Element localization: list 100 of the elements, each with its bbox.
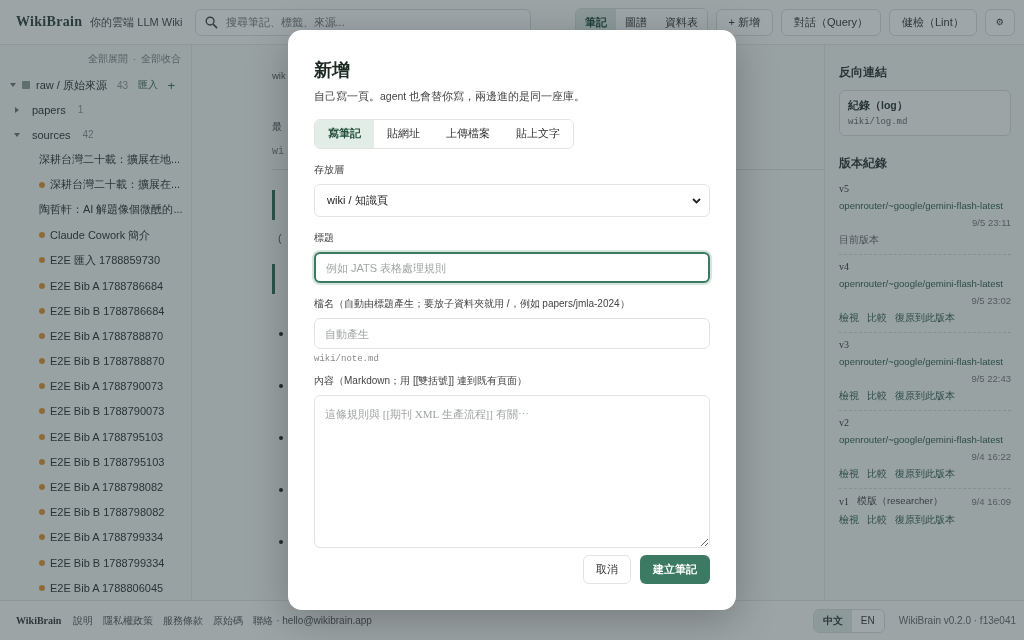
footer-link[interactable]: 隱私權政策 <box>103 613 154 628</box>
version-action-link[interactable]: 比較 <box>867 312 887 325</box>
version-time: 9/4 16:22 <box>971 451 1011 462</box>
tree-folder[interactable]: papers <box>32 103 66 116</box>
tree-item[interactable]: E2E Bib A 1788795103 <box>50 430 164 443</box>
folder-icon <box>22 81 30 89</box>
select-value: wiki / 知識頁 <box>327 193 388 208</box>
section-title: 反向連結 <box>839 65 888 80</box>
tree-folder[interactable]: sources <box>32 128 71 141</box>
tree-item[interactable]: E2E Bib A 1788790073 <box>50 380 164 393</box>
quote-bar <box>272 190 275 220</box>
content-textarea[interactable]: 這條規則與 [[期刊 XML 生產流程]] 有關⋯ <box>314 395 710 548</box>
search-icon <box>204 15 218 29</box>
dialog-tab[interactable]: 寫筆記 <box>315 120 374 148</box>
footer-link[interactable]: 原始碼 <box>213 613 244 628</box>
version-action-link[interactable]: 復原到此版本 <box>895 390 955 403</box>
tree-item[interactable]: E2E Bib A 1788788870 <box>50 329 164 342</box>
footer-link[interactable]: 服務條款 <box>163 613 204 628</box>
toolbar-button[interactable]: + 新增 <box>715 8 773 36</box>
note-text: ( <box>278 232 282 244</box>
bullet-icon <box>279 488 283 492</box>
caret-icon[interactable] <box>14 106 20 113</box>
tree-item[interactable]: E2E Bib B 1788786684 <box>50 304 165 317</box>
tree-item[interactable]: E2E 匯入 1788859730 <box>50 252 161 268</box>
filename-input[interactable]: 自動產生 <box>314 318 710 349</box>
dialog-title: 新增 <box>314 59 351 82</box>
add-button[interactable]: + <box>167 77 175 93</box>
version-action-link[interactable]: 復原到此版本 <box>895 312 955 325</box>
item-count: 1 <box>77 104 84 115</box>
tree-item[interactable]: 深耕台灣二十載：擴展在... <box>50 177 181 193</box>
field-label: 存放層 <box>314 163 345 177</box>
item-count: 43 <box>116 79 129 91</box>
create-note-button[interactable]: 建立筆記 <box>640 555 710 584</box>
separator-dot: · <box>132 53 136 66</box>
backlink-card[interactable]: 紀錄（log） wiki/log.md <box>839 90 1011 136</box>
version-text: WikiBrain v0.2.0 · f13e041 <box>898 615 1016 626</box>
import-link[interactable]: 匯入 <box>138 78 159 92</box>
page-path: wik <box>272 70 286 81</box>
version-action-link[interactable]: 比較 <box>867 390 887 403</box>
tree-item[interactable]: E2E Bib A 1788786684 <box>50 279 164 292</box>
version-author: 模版（researcher） <box>857 495 943 508</box>
bullet-icon <box>279 332 283 336</box>
version-number: v3 <box>839 339 850 350</box>
tree-item[interactable]: E2E Bib A 1788806045 <box>50 581 164 594</box>
title-input[interactable]: 例如 JATS 表格處理規則 <box>314 252 710 283</box>
version-author: openrouter/~google/gemini-flash-latest <box>839 200 1004 211</box>
bullet-icon <box>279 384 283 388</box>
tree-item[interactable]: 深耕台灣二十載：擴展在地... <box>39 152 181 168</box>
collapse-all-link[interactable]: 全部收合 <box>141 53 181 66</box>
toolbar-button[interactable]: 健檢（Lint） <box>889 8 977 36</box>
cancel-button[interactable]: 取消 <box>583 555 631 584</box>
version-number: v4 <box>839 261 850 272</box>
settings-button[interactable]: ⚙ <box>984 8 1015 36</box>
version-number: v1 <box>839 496 849 507</box>
app-logo[interactable]: WikiBrain <box>16 14 83 30</box>
page-meta: 最 <box>272 120 282 134</box>
dialog-subtitle: 自己寫一頁。agent 也會替你寫，兩邊進的是同一座庫。 <box>314 90 587 104</box>
contact-link[interactable]: 聯絡 · hello@wikibrain.app <box>253 613 372 628</box>
field-label: 內容（Markdown；用 [[雙括號]] 連到既有頁面） <box>314 374 528 388</box>
version-action-link[interactable]: 比較 <box>867 514 887 527</box>
footer-link[interactable]: 說明 <box>73 613 94 628</box>
layer-select[interactable]: wiki / 知識頁 <box>314 184 710 217</box>
backlink-title: 紀錄（log） <box>848 99 909 113</box>
tree-item[interactable]: Claude Cowork 簡介 <box>50 227 151 243</box>
version-action-link[interactable]: 檢視 <box>839 390 859 403</box>
caret-icon[interactable] <box>14 131 20 138</box>
tree-item[interactable]: E2E Bib B 1788799334 <box>50 556 165 569</box>
tree-item[interactable]: E2E Bib A 1788799334 <box>50 531 164 544</box>
version-author: openrouter/~google/gemini-flash-latest <box>839 278 1004 289</box>
version-author: openrouter/~google/gemini-flash-latest <box>839 356 1004 367</box>
bullet-icon <box>279 540 283 544</box>
version-author: openrouter/~google/gemini-flash-latest <box>839 434 1004 445</box>
tagline: 你的雲端 LLM Wiki <box>90 14 183 30</box>
tree-item[interactable]: E2E Bib B 1788788870 <box>50 355 165 368</box>
toolbar-button[interactable]: 對話（Query） <box>781 8 881 36</box>
bullet-icon <box>279 436 283 440</box>
version-time: 9/4 16:09 <box>971 496 1011 507</box>
version-number: v2 <box>839 417 850 428</box>
tree-item[interactable]: E2E Bib B 1788790073 <box>50 405 165 418</box>
version-action-link[interactable]: 檢視 <box>839 312 859 325</box>
tree-item[interactable]: 陶哲軒：AI 解題像個微醺的... <box>39 202 183 218</box>
field-label: 標題 <box>314 231 335 245</box>
tree-item[interactable]: E2E Bib B 1788798082 <box>50 506 165 519</box>
version-action-link[interactable]: 檢視 <box>839 514 859 527</box>
tree-item[interactable]: E2E Bib A 1788798082 <box>50 481 164 494</box>
tree-item[interactable]: E2E Bib B 1788795103 <box>50 455 165 468</box>
backlink-path: wiki/log.md <box>848 117 909 127</box>
version-time: 9/5 22:43 <box>971 373 1011 384</box>
version-action-link[interactable]: 復原到此版本 <box>895 468 955 481</box>
chevron-down-icon <box>692 197 701 204</box>
version-number: v5 <box>839 183 850 194</box>
language-option[interactable]: 中文 <box>813 609 852 632</box>
version-action-link[interactable]: 比較 <box>867 468 887 481</box>
version-action-link[interactable]: 復原到此版本 <box>895 514 955 527</box>
file-path: wi <box>272 146 284 157</box>
version-action-link[interactable]: 檢視 <box>839 468 859 481</box>
caret-icon[interactable] <box>10 82 16 88</box>
quote-bar <box>272 264 275 294</box>
tree-folder[interactable]: raw / 原始來源 <box>36 77 107 93</box>
footer-logo[interactable]: WikiBrain <box>16 615 62 626</box>
